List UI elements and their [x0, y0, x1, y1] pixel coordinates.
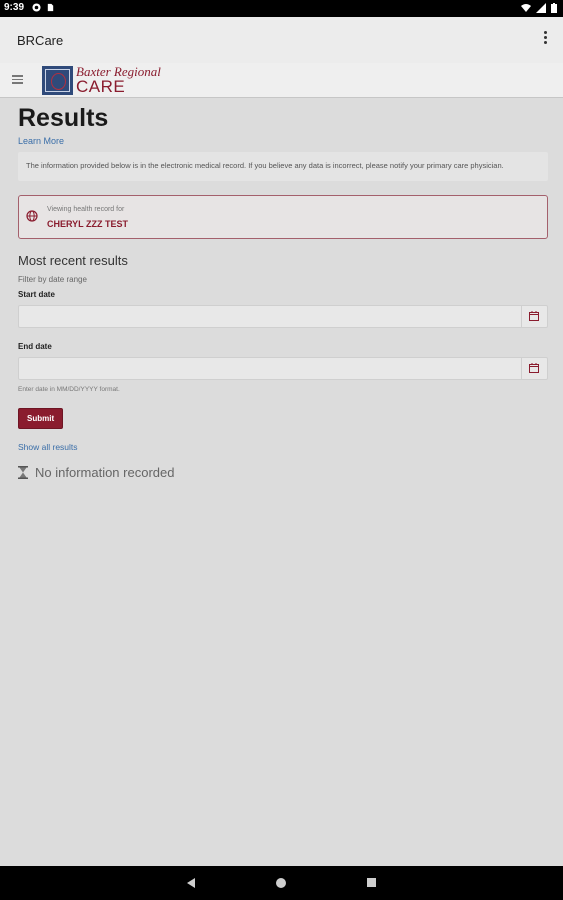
back-icon[interactable] [185, 877, 197, 889]
hourglass-icon [18, 466, 28, 479]
home-icon[interactable] [276, 878, 286, 888]
end-date-calendar-button[interactable] [521, 358, 547, 379]
main-content: Results Learn More The information provi… [18, 104, 548, 480]
section-heading: Most recent results [18, 253, 128, 268]
overflow-menu-icon[interactable] [541, 29, 549, 49]
viewing-label: Viewing health record for [47, 206, 125, 213]
globe-icon [26, 210, 38, 222]
page-title: Results [18, 104, 109, 132]
recent-apps-icon[interactable] [367, 878, 376, 887]
hamburger-menu-icon[interactable] [12, 75, 23, 84]
submit-button[interactable]: Submit [18, 408, 64, 429]
no-info-text: No information recorded [35, 465, 175, 480]
logo-emblem-icon [42, 65, 73, 95]
date-format-hint: Enter date in MM/DD/YYYY format. [18, 386, 120, 393]
start-date-calendar-button[interactable] [521, 306, 547, 327]
end-date-label: End date [18, 342, 52, 351]
site-header: Baxter Regional CARE [0, 63, 563, 98]
app-notification-icon [32, 3, 41, 12]
battery-icon [551, 3, 557, 13]
baxter-regional-care-logo[interactable]: Baxter Regional CARE [42, 65, 161, 95]
info-notice: The information provided below is in the… [18, 152, 548, 181]
signal-icon [536, 3, 546, 13]
app-title: BRCare [17, 33, 64, 48]
calendar-icon [529, 363, 539, 373]
wifi-icon [521, 4, 531, 12]
filter-label: Filter by date range [18, 275, 87, 284]
calendar-icon [529, 311, 539, 321]
no-info-message: No information recorded [18, 465, 548, 480]
sim-card-icon [47, 3, 54, 12]
app-bar: BRCare [0, 17, 563, 64]
end-date-input[interactable] [18, 357, 548, 380]
status-time: 9:39 [4, 2, 25, 13]
logo-line2: CARE [76, 77, 126, 96]
show-all-results-link[interactable]: Show all results [18, 442, 548, 452]
start-date-input[interactable] [18, 305, 548, 328]
start-date-label: Start date [18, 290, 55, 299]
status-bar: 9:39 [0, 0, 563, 17]
viewing-record-card: Viewing health record for CHERYL ZZZ TES… [18, 195, 548, 239]
learn-more-link[interactable]: Learn More [18, 136, 548, 146]
system-nav-bar [0, 866, 563, 900]
patient-name: CHERYL ZZZ TEST [47, 219, 128, 229]
